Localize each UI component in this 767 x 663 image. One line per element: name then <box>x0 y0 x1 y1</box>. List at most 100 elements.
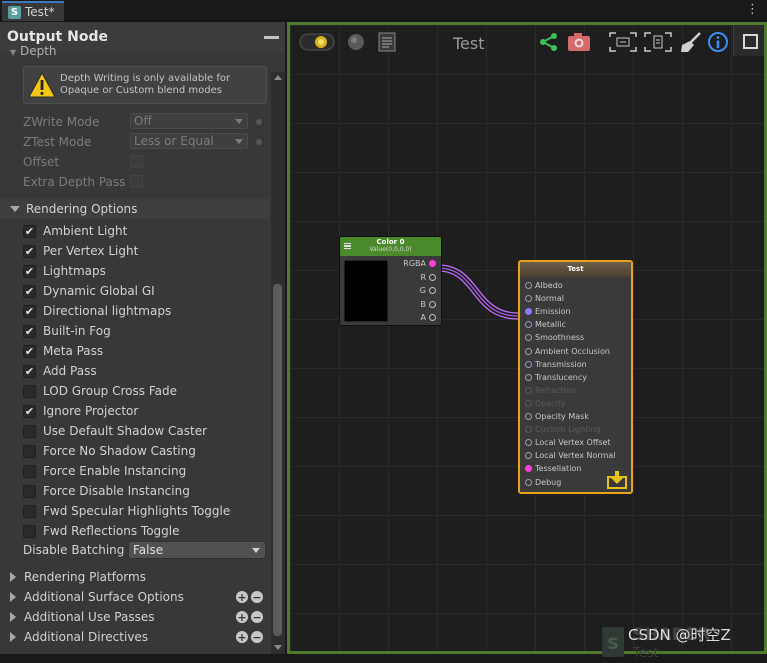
output-pin[interactable]: B <box>421 300 440 309</box>
rendering-option-row[interactable]: Force Enable Instancing <box>23 463 186 479</box>
pin-connector-icon[interactable] <box>429 260 436 267</box>
rendering-option-row[interactable]: Per Vertex Light <box>23 243 138 259</box>
rendering-option-row[interactable]: Fwd Reflections Toggle <box>23 523 180 539</box>
output-node-header[interactable]: Test <box>520 262 631 277</box>
node-menu-icon[interactable] <box>344 243 351 249</box>
plus-icon[interactable]: + <box>236 631 248 643</box>
rendering-option-row[interactable]: Meta Pass <box>23 343 103 359</box>
rendering-option-row[interactable]: Fwd Specular Highlights Toggle <box>23 503 230 519</box>
panel-scrollbar[interactable] <box>271 72 285 654</box>
input-pin[interactable]: Local Vertex Offset <box>522 438 611 447</box>
color-preview-swatch[interactable] <box>344 260 388 322</box>
output-pin[interactable]: R <box>420 273 439 282</box>
clean-broom-icon[interactable] <box>679 31 703 53</box>
color-node-header[interactable]: Color 0 Value(0,0,0,0) <box>340 237 441 256</box>
input-pin[interactable]: Refraction <box>522 386 576 395</box>
pin-connector-icon[interactable] <box>429 287 436 294</box>
offset-checkbox[interactable] <box>130 155 143 168</box>
pin-connector-icon[interactable] <box>429 273 436 281</box>
pin-connector-icon[interactable] <box>525 478 532 486</box>
scroll-down-icon[interactable] <box>274 645 282 650</box>
collapsed-section-header[interactable]: Additional Surface Options <box>0 587 270 607</box>
scroll-thumb[interactable] <box>273 284 282 636</box>
input-pin[interactable]: Ambient Occlusion <box>522 347 610 356</box>
pin-connector-icon[interactable] <box>525 308 532 316</box>
focus-on-output-icon[interactable] <box>608 31 638 53</box>
rendering-option-row[interactable]: Ignore Projector <box>23 403 138 419</box>
rendering-option-row[interactable]: Ambient Light <box>23 223 127 239</box>
pin-connector-icon[interactable] <box>525 282 532 289</box>
pin-connector-icon[interactable] <box>525 465 532 473</box>
input-pin[interactable]: Emission <box>522 307 571 316</box>
minus-icon[interactable]: − <box>251 591 263 603</box>
share-icon[interactable] <box>538 31 560 53</box>
input-pin[interactable]: Albedo <box>522 281 563 290</box>
minus-icon[interactable]: − <box>251 611 263 623</box>
rendering-option-checkbox[interactable] <box>23 344 36 358</box>
extra-depth-checkbox[interactable] <box>130 175 143 188</box>
input-pin[interactable]: Smoothness <box>522 333 584 342</box>
input-pin[interactable]: Normal <box>522 294 564 303</box>
output-pin[interactable]: G <box>420 286 439 295</box>
rendering-option-checkbox[interactable] <box>23 464 36 478</box>
collapsed-section-header[interactable]: Rendering Platforms <box>0 567 270 587</box>
input-pin[interactable]: Transmission <box>522 360 587 369</box>
pin-connector-icon[interactable] <box>525 399 532 407</box>
rendering-option-checkbox[interactable] <box>23 404 36 418</box>
rendering-option-checkbox[interactable] <box>23 484 36 498</box>
ztest-dropdown[interactable]: Less or Equal <box>130 133 248 149</box>
rendering-option-checkbox[interactable] <box>23 384 36 398</box>
screenshot-camera-icon[interactable] <box>566 31 592 53</box>
pin-connector-icon[interactable] <box>525 373 532 381</box>
rendering-option-checkbox[interactable] <box>23 504 36 518</box>
input-pin[interactable]: Translucency <box>522 373 587 382</box>
depth-section[interactable]: ▼ Depth <box>10 44 57 58</box>
minimize-icon[interactable] <box>264 36 279 39</box>
pin-connector-icon[interactable] <box>429 300 436 308</box>
input-pin[interactable]: Metallic <box>522 320 566 329</box>
pin-connector-icon[interactable] <box>525 439 532 447</box>
live-mode-icon[interactable] <box>299 31 335 53</box>
pin-connector-icon[interactable] <box>525 452 532 460</box>
color-node[interactable]: Color 0 Value(0,0,0,0) RGBA R G B A <box>339 236 442 326</box>
plus-icon[interactable]: + <box>236 591 248 603</box>
input-pin[interactable]: Opacity <box>522 399 566 408</box>
rendering-option-row[interactable]: Directional lightmaps <box>23 303 171 319</box>
rendering-option-row[interactable]: Add Pass <box>23 363 97 379</box>
pin-connector-icon[interactable] <box>525 360 532 368</box>
input-pin[interactable]: Tessellation <box>522 464 581 473</box>
rendering-option-checkbox[interactable] <box>23 324 36 338</box>
pin-connector-icon[interactable] <box>429 314 436 321</box>
collapsed-section-header[interactable]: Additional Use Passes <box>0 607 270 627</box>
rendering-option-row[interactable]: Dynamic Global GI <box>23 283 155 299</box>
scroll-up-icon[interactable] <box>274 75 282 80</box>
rendering-option-checkbox[interactable] <box>23 264 36 278</box>
more-options-icon[interactable]: ⋮ <box>746 2 759 17</box>
output-node[interactable]: Test Albedo Normal Emission Metallic Smoothn… <box>518 260 633 494</box>
node-canvas[interactable]: Test Color 0 Value(0,0,0,0) RGBA R G B A… <box>287 22 767 661</box>
rendering-option-checkbox[interactable] <box>23 364 36 378</box>
pin-connector-icon[interactable] <box>525 321 532 329</box>
pin-connector-icon[interactable] <box>525 386 532 394</box>
rendering-option-row[interactable]: Lightmaps <box>23 263 106 279</box>
output-pin[interactable]: RGBA <box>403 259 439 268</box>
rendering-option-row[interactable]: Built-in Fog <box>23 323 111 339</box>
info-icon[interactable] <box>707 31 729 53</box>
rendering-option-checkbox[interactable] <box>23 284 36 298</box>
input-pin[interactable]: Debug <box>522 478 561 487</box>
input-pin[interactable]: Local Vertex Normal <box>522 451 615 460</box>
rendering-option-checkbox[interactable] <box>23 444 36 458</box>
pin-connector-icon[interactable] <box>525 426 532 434</box>
cleanup-sphere-icon[interactable] <box>345 31 367 53</box>
pin-connector-icon[interactable] <box>525 347 532 355</box>
rendering-option-checkbox[interactable] <box>23 224 36 238</box>
rendering-option-row[interactable]: Force No Shadow Casting <box>23 443 196 459</box>
plus-icon[interactable]: + <box>236 611 248 623</box>
maximize-window-icon[interactable] <box>733 25 764 56</box>
output-pin[interactable]: A <box>421 313 439 322</box>
pin-connector-icon[interactable] <box>525 413 532 420</box>
disable-batching-dropdown[interactable]: False <box>128 541 266 559</box>
open-source-code-icon[interactable] <box>376 31 398 53</box>
rendering-option-checkbox[interactable] <box>23 524 36 538</box>
pin-connector-icon[interactable] <box>525 295 532 303</box>
